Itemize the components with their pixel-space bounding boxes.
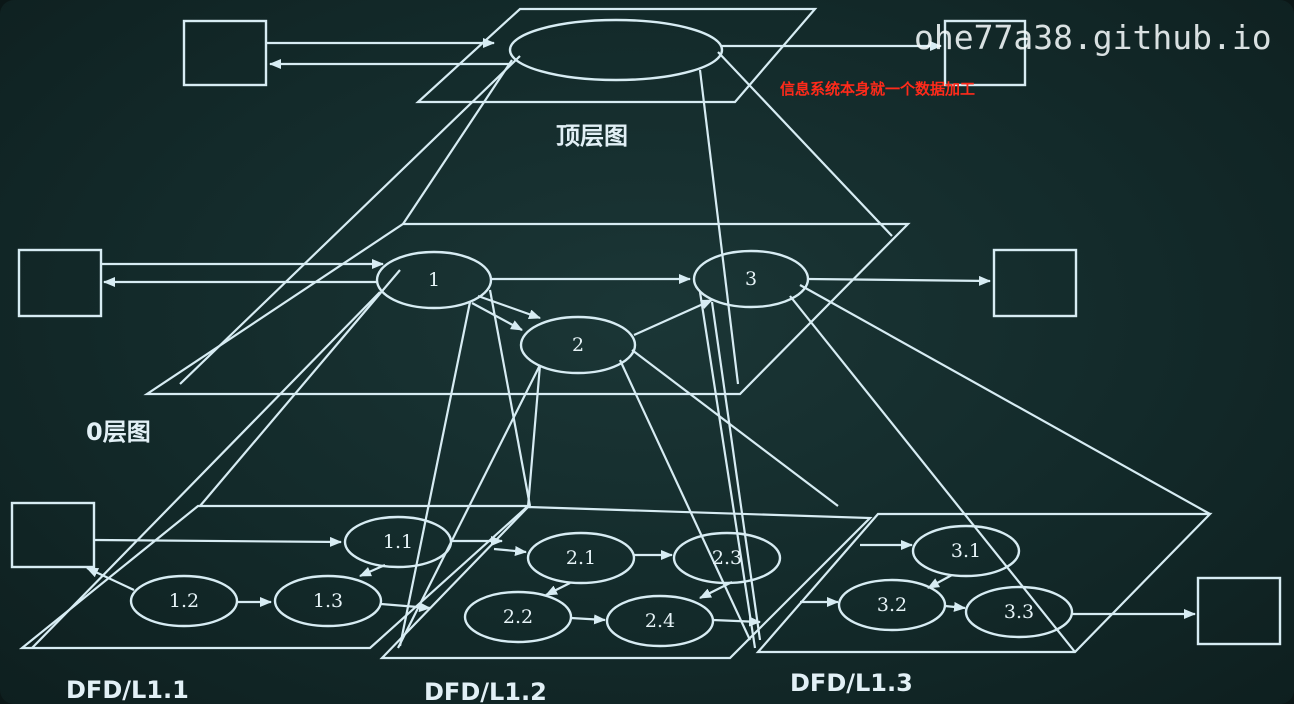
l11-flow (93, 536, 342, 547)
level0-flow (633, 298, 713, 337)
dfd-l1-2-plane (379, 505, 873, 660)
top-source-entity (182, 19, 268, 87)
l13-node-3-2-label: 3.2 (877, 594, 907, 616)
watermark-text: ohe77a38.github.io (914, 18, 1272, 57)
l12-node-2-1-label: 2.1 (566, 547, 596, 569)
top-expansion-line (698, 69, 740, 385)
l11-source-entity (10, 501, 96, 569)
l13-sink-entity (1196, 576, 1282, 646)
dfd-l1-3-label: DFD/L1.3 (790, 669, 913, 697)
level0-sink-entity (992, 248, 1078, 318)
dfd-l1-1-label: DFD/L1.1 (66, 676, 189, 704)
l11-flow (380, 602, 431, 613)
l12-node-2-2-label: 2.2 (503, 606, 533, 628)
l12-node-2-3-label: 2.3 (712, 547, 742, 569)
level0-node-1-label: 1 (428, 269, 440, 291)
level0-node-3-label: 3 (745, 268, 757, 290)
level0-expansion-line (631, 349, 839, 507)
diagram-stage: 顶层图 1 2 3 0层图 1.1 1.2 1.3 DFD/L1.1 2.1 2… (0, 0, 1294, 704)
l11-node-1-3-label: 1.3 (313, 590, 343, 612)
level0-expansion-line (199, 269, 401, 507)
l11-node-1-2-label: 1.2 (169, 590, 199, 612)
top-expansion-line (179, 55, 521, 385)
l12-flow (570, 614, 606, 625)
dfd-l1-1-plane (18, 504, 531, 650)
level0-source-entity (17, 248, 103, 318)
l11-flow (359, 563, 386, 578)
dfd-l1-2-label: DFD/L1.2 (424, 678, 547, 704)
l13-flow (927, 574, 953, 589)
l11-node-1-1-label: 1.1 (383, 531, 413, 553)
top-process-node (508, 18, 724, 82)
l13-node-3-3-label: 3.3 (1004, 601, 1034, 623)
l13-node-3-1-label: 3.1 (951, 540, 981, 562)
top-level-plane (415, 7, 818, 104)
level0-flow (807, 275, 991, 286)
top-expansion-line (402, 59, 513, 225)
l11-flow (86, 567, 135, 591)
level0-flow (477, 294, 541, 320)
level0-label: 0层图 (86, 418, 151, 446)
l12-flow (712, 616, 761, 627)
l12-flow (493, 545, 527, 556)
level0-expansion-line (398, 301, 472, 647)
level0-node-2-label: 2 (572, 334, 584, 356)
top-level-label: 顶层图 (556, 122, 628, 150)
l12-flow (545, 582, 571, 596)
l12-node-2-4-label: 2.4 (645, 610, 675, 632)
annotation-text: 信息系统本身就一个数据加工 (780, 80, 976, 98)
level0-plane (143, 222, 911, 396)
level0-expansion-line (789, 295, 1076, 653)
level0-expansion-line (799, 284, 1211, 515)
l13-flow (944, 601, 966, 612)
dfd-hierarchy-diagram: 顶层图 1 2 3 0层图 1.1 1.2 1.3 DFD/L1.1 2.1 2… (10, 7, 1282, 704)
